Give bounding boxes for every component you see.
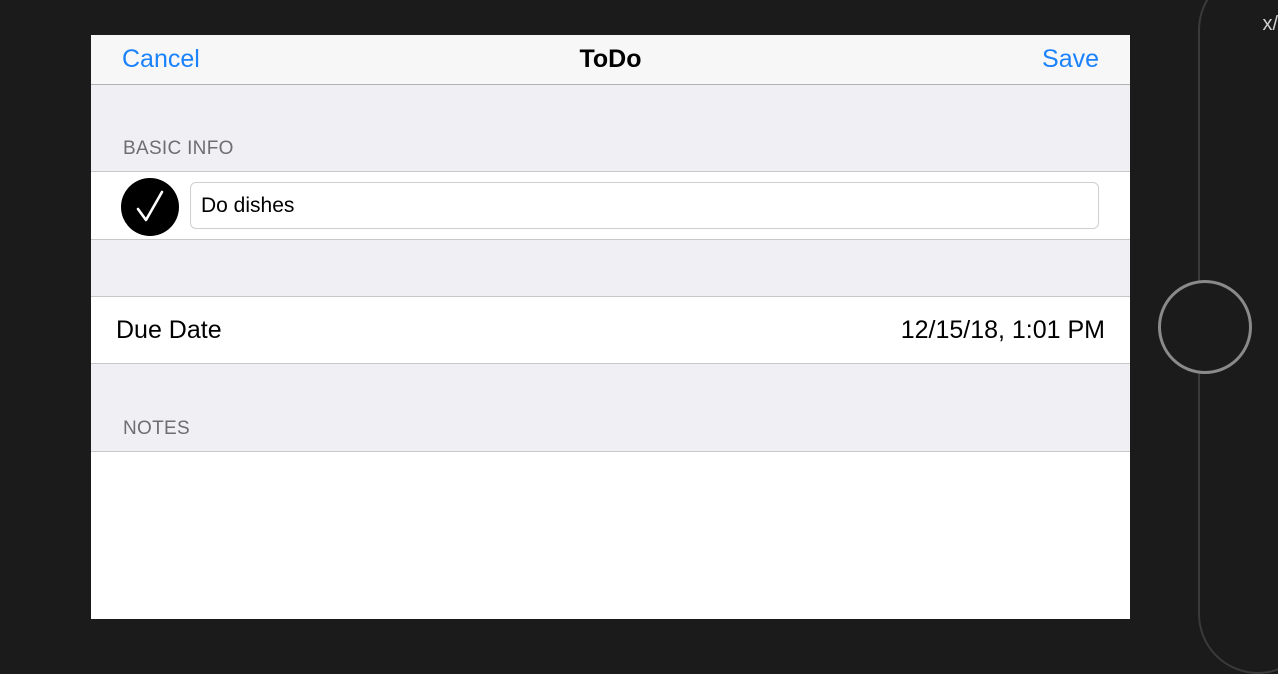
basic-info-cell — [91, 171, 1130, 240]
page-title: ToDo — [579, 45, 642, 73]
due-date-label: Due Date — [116, 316, 222, 344]
due-date-value[interactable]: 12/15/18, 1:01 PM — [901, 297, 1105, 363]
device-corner-glyph: x/ — [1262, 13, 1278, 35]
todo-title-field[interactable] — [190, 182, 1099, 229]
home-button[interactable] — [1158, 280, 1252, 374]
notes-section-header: NOTES — [123, 418, 190, 439]
basic-info-section-header: BASIC INFO — [123, 138, 234, 159]
checkmark-icon — [136, 190, 164, 222]
navigation-bar: ToDo Cancel Save — [91, 35, 1130, 85]
save-button[interactable]: Save — [1042, 35, 1099, 85]
due-date-cell[interactable]: Due Date 12/15/18, 1:01 PM — [91, 296, 1130, 364]
notes-text-area[interactable] — [91, 452, 1130, 619]
cancel-button[interactable]: Cancel — [122, 35, 200, 85]
app-screen: ToDo Cancel Save BASIC INFO Due Date 12/… — [91, 35, 1130, 619]
completed-toggle[interactable] — [121, 178, 179, 236]
notes-cell — [91, 451, 1130, 619]
